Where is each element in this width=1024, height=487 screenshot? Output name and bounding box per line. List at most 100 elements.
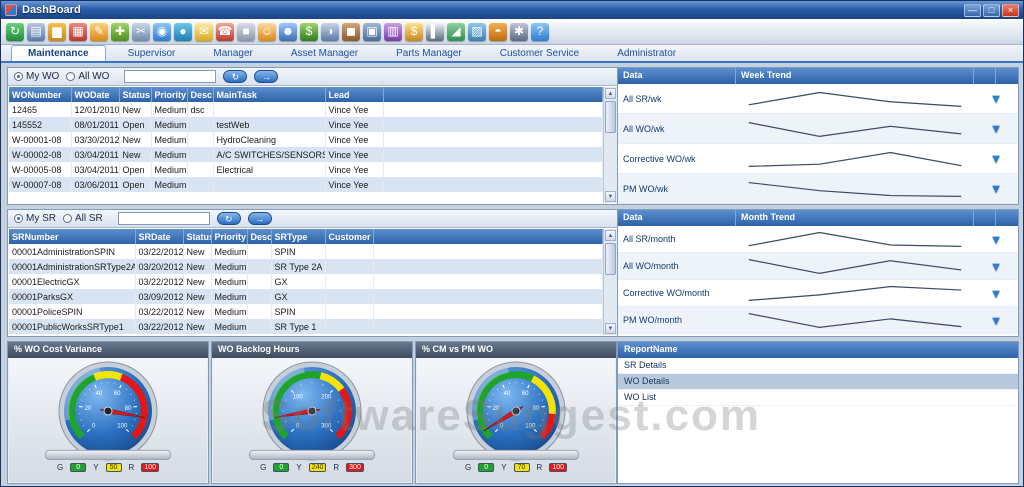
- column-header-priority[interactable]: Priority: [211, 229, 248, 244]
- tab-supervisor[interactable]: Supervisor: [112, 46, 192, 61]
- month-trend-row-corrective-wo-month[interactable]: Corrective WO/month ▼: [618, 280, 1018, 307]
- truck-icon[interactable]: ▣: [363, 22, 381, 41]
- print-icon[interactable]: ■: [237, 22, 255, 41]
- wo-vertical-scrollbar[interactable]: ▲ ▼: [603, 87, 617, 203]
- trend-down-arrow-icon[interactable]: ▼: [974, 259, 1018, 274]
- report-item-wo-list[interactable]: WO List: [618, 390, 1018, 406]
- chart-bar-icon[interactable]: ▆: [48, 22, 66, 41]
- tab-maintenance[interactable]: Maintenance: [11, 45, 106, 61]
- wo-table-row[interactable]: W-00007-08 03/06/2011 Open Medium Vince Yee: [9, 177, 603, 192]
- wo-radio-my-wo[interactable]: My WO: [14, 71, 59, 82]
- clock-icon[interactable]: ◑: [321, 22, 339, 41]
- sr-table-row[interactable]: 00001PoliceSPIN 03/22/2012 New Medium SPIN: [9, 304, 603, 319]
- column-header-priority[interactable]: Priority: [151, 87, 188, 102]
- column-header-week-trend[interactable]: Week Trend: [736, 68, 974, 84]
- wo-radio-all-wo[interactable]: All WO: [66, 71, 109, 82]
- trend-down-arrow-icon[interactable]: ▼: [974, 286, 1018, 301]
- sr-search-input[interactable]: [117, 212, 210, 225]
- photo-icon[interactable]: ▨: [468, 22, 486, 41]
- tab-parts-manager[interactable]: Parts Manager: [380, 46, 478, 61]
- cut-icon[interactable]: ✂: [132, 22, 150, 41]
- minimize-button[interactable]: —: [964, 3, 981, 17]
- edit-icon[interactable]: ✎: [90, 22, 108, 41]
- report-item-sr-details[interactable]: SR Details: [618, 358, 1018, 374]
- chart-line-icon[interactable]: ◢: [447, 22, 465, 41]
- wo-table-row[interactable]: W-00002-08 03/04/2011 New Medium A/C SWITCHE…: [9, 147, 603, 162]
- tools-icon[interactable]: ✚: [111, 22, 129, 41]
- money-icon[interactable]: $: [300, 22, 318, 41]
- sr-radio-my-sr[interactable]: My SR: [14, 213, 56, 224]
- week-trend-row-all-sr-wk[interactable]: All SR/wk ▼: [618, 84, 1018, 114]
- trend-down-arrow-icon[interactable]: ▼: [974, 121, 1018, 136]
- wo-go-button[interactable]: →: [254, 70, 279, 83]
- sr-table-row[interactable]: 00001ElectricGX 03/22/2012 New Medium GX: [9, 274, 603, 289]
- dollar-icon[interactable]: $: [405, 22, 423, 41]
- reports-header[interactable]: ReportName: [618, 342, 1018, 358]
- wo-refresh-button[interactable]: ↻: [223, 70, 248, 83]
- trend-down-arrow-icon[interactable]: ▼: [974, 232, 1018, 247]
- sr-table-row[interactable]: 00001AdministrationSPIN 03/22/2012 New Medi…: [9, 244, 603, 259]
- sr-table-row[interactable]: 00001PublicWorksSRType1 03/22/2012 New Medi…: [9, 319, 603, 334]
- search-icon[interactable]: ◉: [153, 22, 171, 41]
- column-header-maintask[interactable]: MainTask: [213, 87, 326, 102]
- gauge-icon[interactable]: ◓: [489, 22, 507, 41]
- sr-table-row[interactable]: 00001ParksGX 03/09/2012 New Medium GX: [9, 289, 603, 304]
- scroll-thumb[interactable]: [605, 101, 616, 133]
- month-trend-row-pm-wo-month[interactable]: PM WO/month ▼: [618, 307, 1018, 334]
- users-icon[interactable]: ☻: [279, 22, 297, 41]
- month-trend-row-all-sr-month[interactable]: All SR/month ▼: [618, 226, 1018, 253]
- mail-icon[interactable]: ✉: [195, 22, 213, 41]
- trend-down-arrow-icon[interactable]: ▼: [974, 151, 1018, 166]
- column-header-srdate[interactable]: SRDate: [135, 229, 184, 244]
- column-header-month-trend[interactable]: Month Trend: [736, 210, 974, 226]
- column-header-data[interactable]: Data: [618, 68, 736, 84]
- sr-radio-all-sr[interactable]: All SR: [63, 213, 103, 224]
- wo-table-row[interactable]: 12465 12/01/2010 New Medium dsc Vince Yee: [9, 102, 603, 117]
- titlebar[interactable]: DashBoard — □ ×: [1, 1, 1023, 19]
- trend-down-arrow-icon[interactable]: ▼: [974, 181, 1018, 196]
- column-header-desc[interactable]: Desc: [247, 229, 272, 244]
- week-trend-row-corrective-wo-wk[interactable]: Corrective WO/wk ▼: [618, 144, 1018, 174]
- package-icon[interactable]: ◼: [342, 22, 360, 41]
- settings-icon[interactable]: ✱: [510, 22, 528, 41]
- report-icon[interactable]: ▤: [27, 22, 45, 41]
- column-header-desc[interactable]: Desc: [187, 87, 214, 102]
- tab-asset-manager[interactable]: Asset Manager: [275, 46, 374, 61]
- globe-icon[interactable]: ●: [174, 22, 192, 41]
- column-header-wonumber[interactable]: WONumber: [9, 87, 72, 102]
- help-icon[interactable]: ?: [531, 22, 549, 41]
- wo-table-row[interactable]: 145552 08/01/2011 Open Medium testWeb Vince Y…: [9, 117, 603, 132]
- month-trend-row-all-wo-month[interactable]: All WO/month ▼: [618, 253, 1018, 280]
- sr-vertical-scrollbar[interactable]: ▲ ▼: [603, 229, 617, 335]
- tab-customer-service[interactable]: Customer Service: [484, 46, 595, 61]
- sr-refresh-button[interactable]: ↻: [216, 212, 241, 225]
- scroll-up-icon[interactable]: ▲: [605, 88, 616, 99]
- trend-down-arrow-icon[interactable]: ▼: [974, 313, 1018, 328]
- sr-table-row[interactable]: 00001AdministrationSRType2A 03/20/2012 New…: [9, 259, 603, 274]
- column-header-lead[interactable]: Lead: [325, 87, 384, 102]
- week-trend-row-all-wo-wk[interactable]: All WO/wk ▼: [618, 114, 1018, 144]
- report-item-wo-details[interactable]: WO Details: [618, 374, 1018, 390]
- column-header-srnumber[interactable]: SRNumber: [9, 229, 136, 244]
- wo-search-input[interactable]: [124, 70, 217, 83]
- scroll-down-icon[interactable]: ▼: [605, 191, 616, 202]
- tab-administrator[interactable]: Administrator: [601, 46, 692, 61]
- column-header-status[interactable]: Status: [119, 87, 152, 102]
- scroll-down-icon[interactable]: ▼: [605, 323, 616, 334]
- refresh-icon[interactable]: ↻: [6, 22, 24, 41]
- tab-manager[interactable]: Manager: [197, 46, 268, 61]
- trend-down-arrow-icon[interactable]: ▼: [974, 91, 1018, 106]
- column-header-srtype[interactable]: SRType: [271, 229, 326, 244]
- sr-go-button[interactable]: →: [247, 212, 272, 225]
- wo-table-row[interactable]: W-00005-08 03/04/2011 Open Medium Electrical…: [9, 162, 603, 177]
- barcode-icon[interactable]: ▌: [426, 22, 444, 41]
- calendar-icon[interactable]: ▦: [69, 22, 87, 41]
- column-header-data[interactable]: Data: [618, 210, 736, 226]
- phone-icon[interactable]: ☎: [216, 22, 234, 41]
- week-trend-row-pm-wo-wk[interactable]: PM WO/wk ▼: [618, 174, 1018, 204]
- user-icon[interactable]: ☺: [258, 22, 276, 41]
- maximize-button[interactable]: □: [983, 3, 1000, 17]
- close-button[interactable]: ×: [1002, 3, 1019, 17]
- wo-table-row[interactable]: W-00001-08 03/30/2012 New Medium HydroCleani…: [9, 132, 603, 147]
- scroll-thumb[interactable]: [605, 243, 616, 275]
